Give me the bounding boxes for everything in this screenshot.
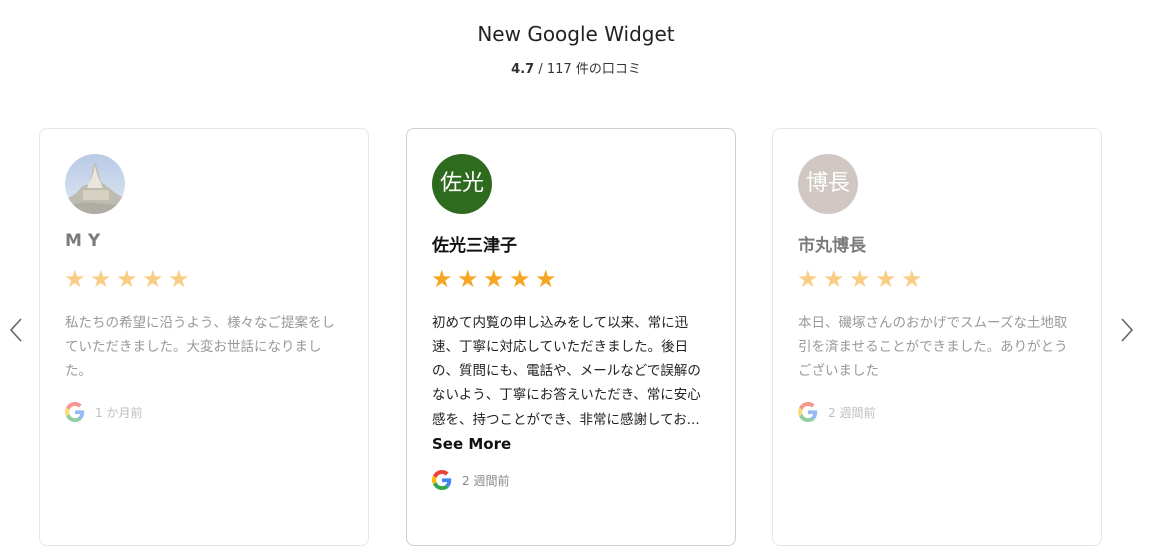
prev-button[interactable] xyxy=(5,316,27,344)
review-text: 私たちの希望に沿うよう、様々なご提案をしていただきました。大変お世話になりました… xyxy=(65,315,335,379)
avatar: 博長 xyxy=(798,154,858,214)
star-icon: ★ xyxy=(535,265,557,293)
average-rating: 4.7 xyxy=(511,62,535,77)
star-rating: ★ ★ ★ ★ ★ xyxy=(797,267,926,291)
star-icon: ★ xyxy=(509,265,531,293)
review-card: 佐光 佐光三津子 ★ ★ ★ ★ ★ 初めて内覧の申し込みをして以来、常に迅速、… xyxy=(406,128,736,546)
star-icon: ★ xyxy=(90,265,112,293)
rating-summary: 4.7 / 117 件の口コミ xyxy=(0,58,1152,77)
review-text: 初めて内覧の申し込みをして以来、常に迅速、丁寧に対応していただきました。後日の、… xyxy=(432,311,714,457)
widget-title: New Google Widget xyxy=(477,22,675,46)
next-button[interactable] xyxy=(1116,316,1138,344)
avatar xyxy=(65,154,125,214)
google-icon xyxy=(432,470,452,490)
star-icon: ★ xyxy=(116,265,138,293)
star-icon: ★ xyxy=(142,265,164,293)
star-rating: ★ ★ ★ ★ ★ xyxy=(431,267,560,291)
star-icon: ★ xyxy=(431,265,453,293)
star-icon: ★ xyxy=(901,265,923,293)
google-reviews-widget: New Google Widget 4.7 / 117 件の口コミ M Y ★ … xyxy=(0,0,1152,560)
star-rating: ★ ★ ★ ★ ★ xyxy=(64,267,193,291)
review-footer: 2 週間前 xyxy=(432,470,509,490)
reviewer-name: 佐光三津子 xyxy=(432,236,517,256)
review-time: 1 か月前 xyxy=(95,405,143,420)
star-icon: ★ xyxy=(64,265,86,293)
avatar: 佐光 xyxy=(432,154,492,214)
summary-separator: / xyxy=(538,62,543,77)
star-icon: ★ xyxy=(483,265,505,293)
review-card: 博長 市丸博長 ★ ★ ★ ★ ★ 本日、磯塚さんのおかげでスムーズな土地取引を… xyxy=(772,128,1102,546)
reviewer-name: M Y xyxy=(65,231,101,251)
castle-photo-icon xyxy=(65,154,125,214)
review-text-body: 初めて内覧の申し込みをして以来、常に迅速、丁寧に対応していただきました。後日の、… xyxy=(432,315,701,428)
review-time: 2 週間前 xyxy=(828,405,876,420)
google-icon xyxy=(798,402,818,422)
review-footer: 2 週間前 xyxy=(798,402,875,422)
google-icon xyxy=(65,402,85,422)
star-icon: ★ xyxy=(168,265,190,293)
star-icon: ★ xyxy=(875,265,897,293)
star-icon: ★ xyxy=(797,265,819,293)
review-footer: 1 か月前 xyxy=(65,402,142,422)
see-more-link[interactable]: See More xyxy=(432,435,511,453)
review-card: M Y ★ ★ ★ ★ ★ 私たちの希望に沿うよう、様々なご提案をしていただきま… xyxy=(39,128,369,546)
review-time: 2 週間前 xyxy=(462,473,510,488)
star-icon: ★ xyxy=(457,265,479,293)
chevron-right-icon xyxy=(1121,318,1134,342)
star-icon: ★ xyxy=(849,265,871,293)
review-count: 117 件の口コミ xyxy=(546,62,641,77)
star-icon: ★ xyxy=(823,265,845,293)
chevron-left-icon xyxy=(9,318,22,342)
review-text: 本日、磯塚さんのおかげでスムーズな土地取引を済ませることができました。ありがとう… xyxy=(798,315,1068,379)
reviewer-name: 市丸博長 xyxy=(798,236,866,256)
